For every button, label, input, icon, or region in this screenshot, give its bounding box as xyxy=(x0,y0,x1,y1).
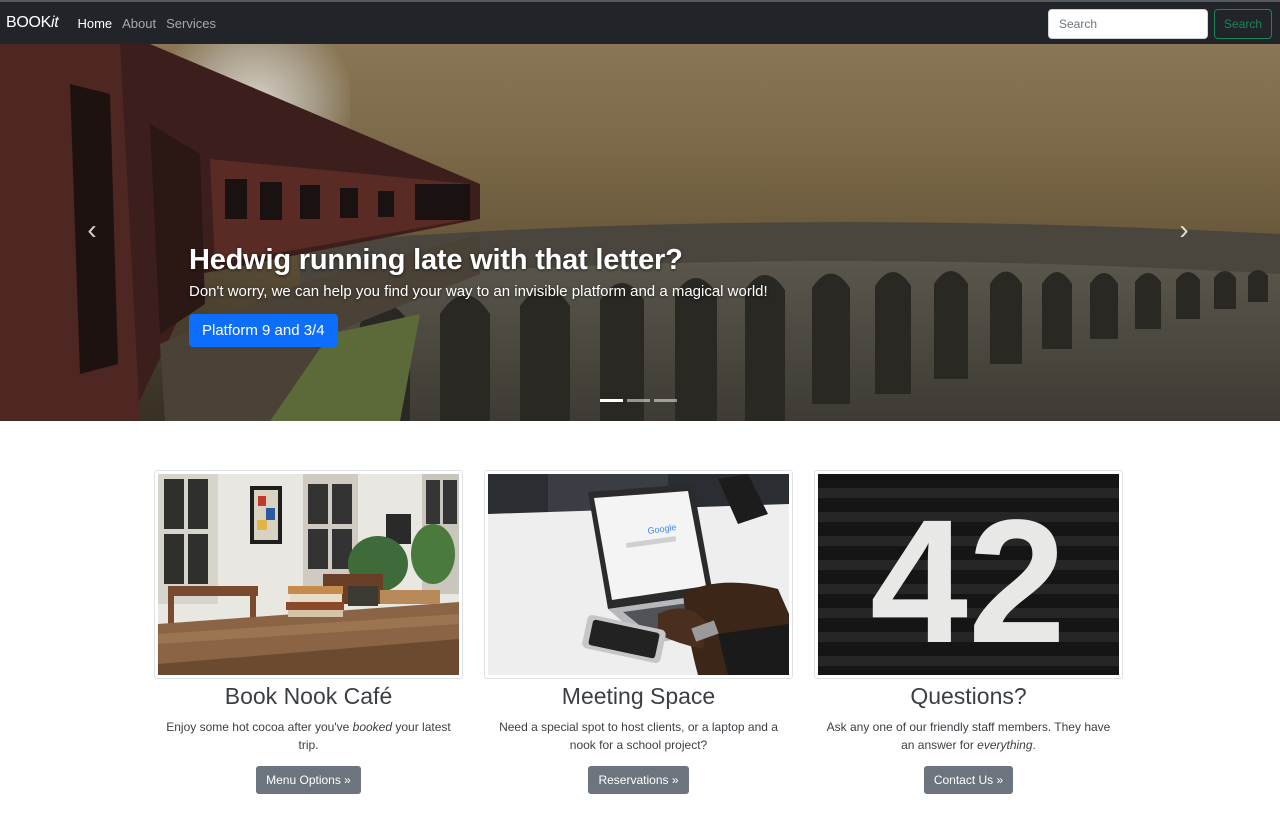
number-sign-photo: 42 xyxy=(818,474,1119,675)
questions-image: 42 xyxy=(814,470,1123,679)
carousel-caption: Hedwig running late with that letter? Do… xyxy=(189,244,768,347)
card-title: Book Nook Café xyxy=(224,683,393,709)
hero-carousel: ‹ › Hedwig running late with that letter… xyxy=(0,44,1280,421)
card-book-nook: Book Nook Café Enjoy some hot cocoa afte… xyxy=(154,470,463,794)
brand-text: BOOK xyxy=(6,14,52,31)
carousel-indicator-2[interactable] xyxy=(627,399,650,402)
card-title: Meeting Space xyxy=(561,683,716,709)
cafe-photo xyxy=(158,474,459,675)
card-questions: 42 Questions? Ask any one of our friendl… xyxy=(814,470,1123,794)
brand-logo[interactable]: BOOKit xyxy=(6,14,59,32)
card-text: Ask any one of our friendly staff member… xyxy=(826,720,1111,752)
train-illustration xyxy=(0,44,480,421)
search-input[interactable] xyxy=(1048,9,1208,39)
platform-button[interactable]: Platform 9 and 3/4 xyxy=(189,314,338,347)
feature-cards: Book Nook Café Enjoy some hot cocoa afte… xyxy=(154,470,1123,794)
nav-link-home[interactable]: Home xyxy=(77,16,112,31)
card-text: Need a special spot to host clients, or … xyxy=(499,720,778,752)
carousel-next-button[interactable]: › xyxy=(1174,216,1194,244)
carousel-indicator-1[interactable] xyxy=(600,399,623,402)
reservations-button[interactable]: Reservations » xyxy=(588,766,689,794)
meeting-image: Google xyxy=(484,470,793,679)
laptop-photo: Google xyxy=(488,474,789,675)
hero-title: Hedwig running late with that letter? xyxy=(189,244,683,276)
search-button[interactable]: Search xyxy=(1214,9,1272,39)
card-title: Questions? xyxy=(910,683,1027,709)
number-sign-text: 42 xyxy=(870,484,1066,675)
carousel-prev-button[interactable]: ‹ xyxy=(82,216,102,244)
chevron-right-icon: › xyxy=(1179,214,1189,245)
hero-subtitle: Don't worry, we can help you find your w… xyxy=(189,283,768,300)
card-text: Enjoy some hot cocoa after you've booked… xyxy=(166,720,451,752)
nav-link-services[interactable]: Services xyxy=(166,16,216,31)
brand-text-italic: it xyxy=(51,14,59,31)
nav-link-about[interactable]: About xyxy=(122,16,156,31)
chevron-left-icon: ‹ xyxy=(87,214,97,245)
carousel-indicator-3[interactable] xyxy=(654,399,677,402)
card-meeting-space: Google Meeting Space Need a special spot… xyxy=(484,470,793,794)
nav-links: Home About Services xyxy=(72,16,221,31)
menu-options-button[interactable]: Menu Options » xyxy=(256,766,361,794)
carousel-indicators xyxy=(600,399,677,402)
navbar: BOOKit Home About Services Search xyxy=(0,0,1280,44)
cafe-image xyxy=(154,470,463,679)
contact-us-button[interactable]: Contact Us » xyxy=(923,766,1014,794)
